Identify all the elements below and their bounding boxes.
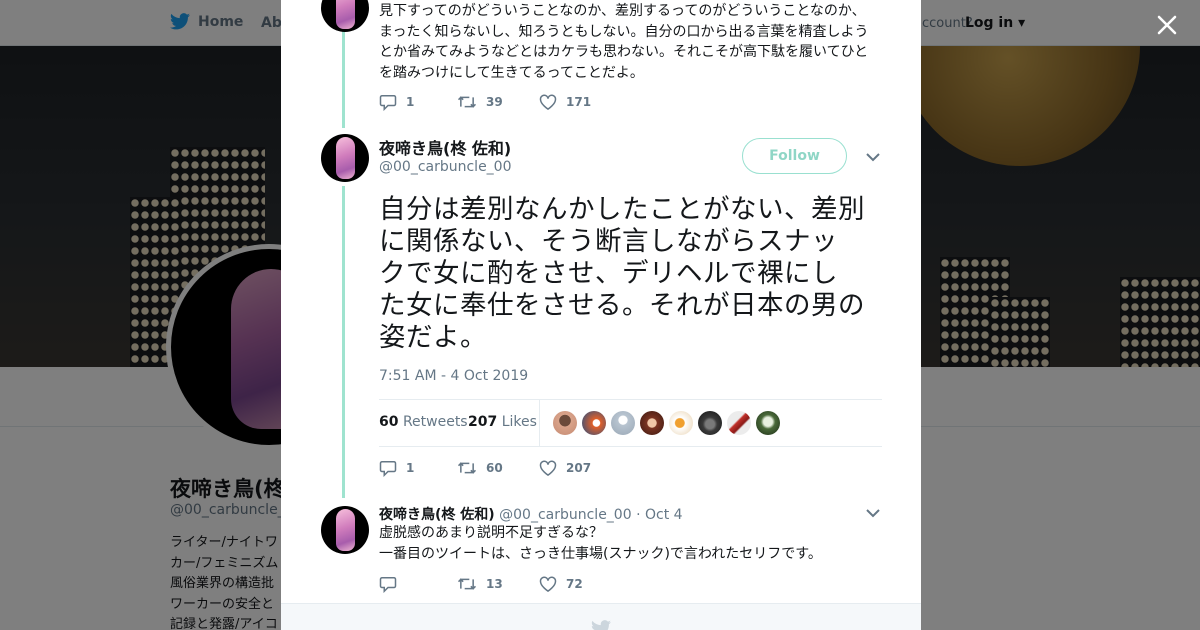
- retweet-icon: [457, 462, 477, 474]
- tweet-actions: 1 60 207: [379, 458, 591, 478]
- like-count: 72: [566, 577, 583, 591]
- retweet-count: 39: [486, 95, 503, 109]
- heart-icon: [539, 94, 557, 110]
- tweet-text-line: に関係ない、そう断言しながらスナッ: [379, 226, 838, 257]
- thread-connector: [342, 30, 345, 128]
- close-icon[interactable]: [1152, 10, 1182, 40]
- tweet-author-name[interactable]: 夜啼き鳥(柊 佐和): [379, 507, 495, 523]
- stats-divider: [539, 400, 540, 446]
- retweet-button[interactable]: 60: [457, 460, 539, 476]
- reply-button[interactable]: 1: [379, 94, 457, 111]
- tweet-text-large: 自分は差別なんかしたことがない、差別 に関係ない、そう断言しながらスナッ クで女…: [379, 194, 884, 354]
- chevron-down-icon[interactable]: [866, 153, 880, 162]
- retweets-stat-label: Retweets: [402, 414, 468, 430]
- liker-avatar[interactable]: [727, 411, 751, 435]
- tweet-timestamp[interactable]: 7:51 AM - 4 Oct 2019: [379, 368, 528, 384]
- retweet-icon: [457, 96, 477, 108]
- owl-figure: [336, 0, 355, 29]
- retweets-stat-count: 60: [379, 414, 399, 430]
- twitter-bird-icon: [591, 620, 611, 630]
- chevron-down-icon[interactable]: [866, 509, 880, 518]
- liker-avatar[interactable]: [611, 411, 635, 435]
- likes-stat[interactable]: 207 Likes: [468, 414, 537, 430]
- liker-avatar[interactable]: [756, 411, 780, 435]
- tweet-text-line: 姿だよ。: [379, 322, 487, 353]
- liker-avatar[interactable]: [640, 411, 664, 435]
- heart-icon: [539, 460, 557, 476]
- modal-footer: [281, 603, 921, 630]
- tweet-stats: 60 Retweets 207 Likes: [379, 399, 882, 447]
- reply-button[interactable]: 1: [379, 460, 457, 477]
- liker-avatar[interactable]: [698, 411, 722, 435]
- retweet-count: 13: [486, 577, 503, 591]
- tweet-avatar[interactable]: [321, 134, 369, 182]
- reply-icon: [379, 94, 397, 111]
- owl-figure: [336, 137, 355, 179]
- follow-button[interactable]: Follow: [742, 138, 847, 174]
- tweet-actions: 13 72: [379, 574, 583, 594]
- retweet-button[interactable]: 39: [457, 94, 539, 110]
- tweet-author-name[interactable]: 夜啼き鳥(柊 佐和): [379, 135, 511, 159]
- reply-icon: [379, 576, 397, 593]
- thread-connector: [342, 186, 345, 498]
- like-count: 207: [566, 461, 592, 475]
- reply-icon: [379, 460, 397, 477]
- tweet-date[interactable]: · Oct 4: [636, 507, 682, 523]
- tweet-avatar[interactable]: [321, 506, 369, 554]
- tweet-text-line: クで女に酌をさせ、デリヘルで裸にし: [379, 258, 838, 289]
- retweets-stat[interactable]: 60 Retweets: [379, 414, 468, 430]
- tweet-author-handle[interactable]: @00_carbuncle_00: [379, 159, 512, 175]
- tweet-author-handle[interactable]: @00_carbuncle_00: [499, 507, 632, 523]
- owl-figure: [336, 509, 355, 551]
- reply-count: 1: [406, 461, 415, 475]
- tweet-text: 虚脱感のあまり説明不足すぎるな？ 一番目のツイートは、さっき仕事場(スナック)で…: [379, 523, 822, 564]
- reply-button[interactable]: [379, 576, 457, 593]
- tweet-text-line: まったく知らないし、知ろうともしない。自分の口から出る言葉を精査しよう: [379, 23, 869, 40]
- retweet-count: 60: [486, 461, 503, 475]
- heart-icon: [539, 576, 557, 592]
- tweet-text: 見下すってのがどういうことなのか、差別するってのがどういうことなのか、 まったく…: [379, 1, 868, 83]
- tweet-actions: 1 39 171: [379, 92, 591, 112]
- tweet-avatar[interactable]: [321, 0, 369, 32]
- tweet-text-line: 見下すってのがどういうことなのか、差別するってのがどういうことなのか、: [379, 3, 866, 19]
- reply-count: 1: [406, 95, 415, 109]
- tweet-text-line: 一番目のツイートは、さっき仕事場(スナック)で言われたセリフです。: [379, 545, 822, 562]
- liker-avatar[interactable]: [669, 411, 693, 435]
- like-button[interactable]: 72: [539, 576, 583, 592]
- tweet-text-line: た女に奉仕をさせる。それが日本の男の: [379, 290, 865, 321]
- tweet-text-line: を踏みつけにして生きてるってことだよ。: [379, 64, 644, 81]
- tweet-text-line: 虚脱感のあまり説明不足すぎるな？: [379, 525, 603, 541]
- like-count: 171: [566, 95, 592, 109]
- like-button[interactable]: 171: [539, 94, 591, 110]
- retweet-icon: [457, 578, 477, 590]
- tweet-text-line: 自分は差別なんかしたことがない、差別: [379, 194, 865, 225]
- likes-stat-label: Likes: [501, 414, 537, 430]
- retweet-button[interactable]: 13: [457, 576, 539, 592]
- liker-avatar[interactable]: [553, 411, 577, 435]
- tweet-text-line: とか省みてみようなどとはカケラも思わない。それこそが高下駄を履いてひと: [379, 44, 869, 60]
- tweet-permalink-modal: 見下すってのがどういうことなのか、差別するってのがどういうことなのか、 まったく…: [281, 0, 921, 630]
- like-button[interactable]: 207: [539, 460, 591, 476]
- tweet-header: 夜啼き鳥(柊 佐和) @00_carbuncle_00 · Oct 4: [379, 504, 683, 524]
- likes-stat-count: 207: [468, 414, 498, 430]
- liker-avatar[interactable]: [582, 411, 606, 435]
